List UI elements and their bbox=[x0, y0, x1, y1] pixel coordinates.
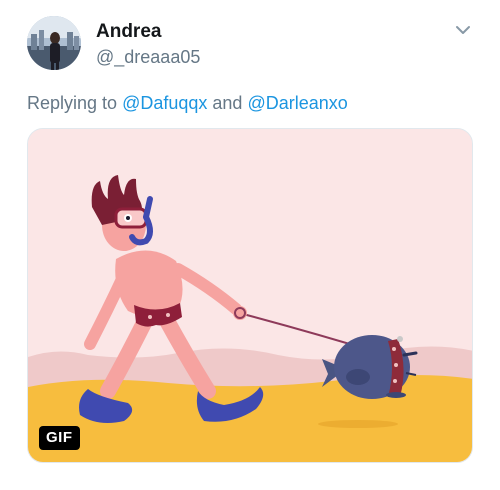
chevron-down-icon bbox=[456, 26, 470, 34]
mention-link-2[interactable]: @Darleanxo bbox=[247, 93, 347, 113]
replying-to-prefix: Replying to bbox=[27, 93, 123, 113]
tweet: Andrea @_dreaaa05 Replying to @Dafuqqx a… bbox=[0, 0, 500, 490]
author-display-name[interactable]: Andrea bbox=[96, 21, 161, 43]
author-avatar[interactable] bbox=[27, 16, 81, 70]
mention-link-1[interactable]: @Dafuqqx bbox=[122, 93, 207, 113]
replying-to-conjunction: and bbox=[207, 93, 248, 113]
profile-photo-icon bbox=[27, 16, 81, 70]
replying-to-line: Replying to @Dafuqqx and @Darleanxo bbox=[27, 93, 348, 114]
gif-illustration bbox=[28, 129, 472, 462]
tweet-menu-button[interactable] bbox=[453, 20, 473, 40]
gif-media[interactable]: GIF bbox=[27, 128, 473, 463]
gif-badge: GIF bbox=[39, 426, 80, 450]
author-handle[interactable]: @_dreaaa05 bbox=[96, 47, 200, 68]
